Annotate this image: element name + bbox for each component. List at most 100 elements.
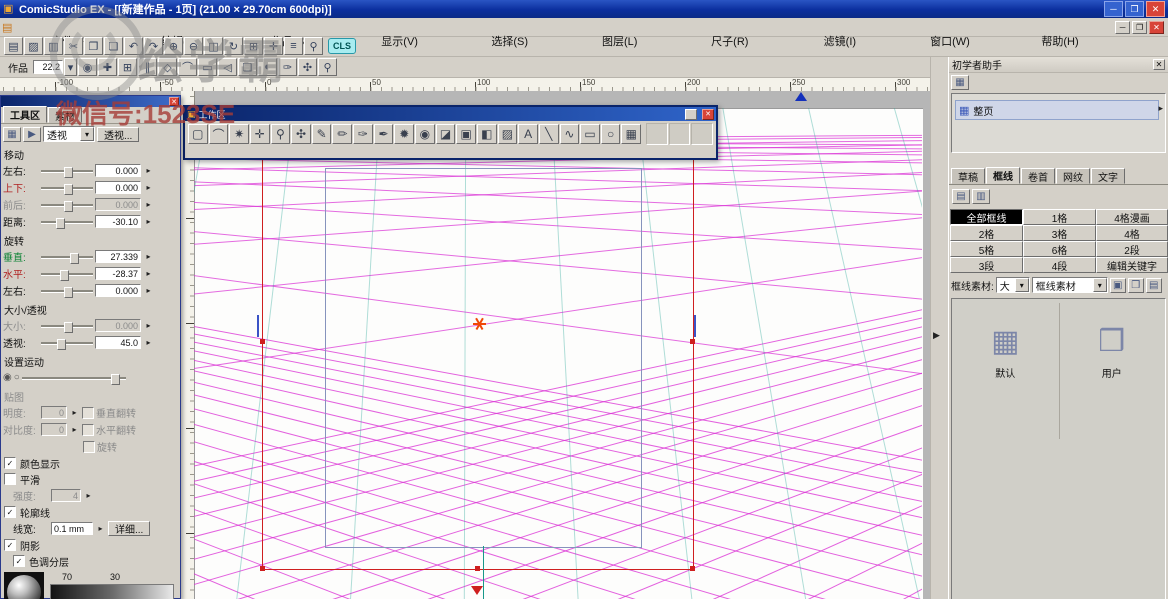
list-button[interactable]: ▤	[1145, 277, 1162, 293]
copy-button[interactable]: ❐	[84, 37, 103, 55]
smooth-checkbox[interactable]	[4, 473, 16, 485]
shadow-checkbox[interactable]: ✓	[4, 539, 16, 551]
tool-select[interactable]: 透视 ▾	[43, 126, 95, 142]
selection-handle[interactable]	[260, 339, 265, 344]
tone-tool[interactable]: ▨	[497, 124, 518, 144]
magic-wand-tool[interactable]: ✷	[229, 124, 249, 144]
detail-button[interactable]: 详细...	[108, 521, 151, 536]
gradient-tool[interactable]: ◧	[476, 124, 497, 144]
tool-window-help-button[interactable]	[685, 108, 697, 120]
move-lr-field[interactable]: 0.000	[95, 164, 141, 177]
perspective-slider[interactable]	[41, 337, 93, 350]
motion-slider[interactable]	[21, 372, 126, 385]
snap-parallel-button[interactable]: ∥	[138, 58, 157, 76]
size-select[interactable]: 大 ▾	[995, 277, 1030, 293]
line-width-field[interactable]: 0.1 mm	[51, 522, 93, 535]
zoom-in-button[interactable]: ⊕	[164, 37, 183, 55]
outline-checkbox[interactable]: ✓	[4, 506, 16, 518]
spin-arrow-icon[interactable]: ▸	[95, 524, 106, 533]
close-button[interactable]: ✕	[1146, 1, 1165, 17]
save-material-button[interactable]: ▥	[972, 189, 990, 204]
distance-slider[interactable]	[41, 216, 93, 229]
mdi-restore-button[interactable]: ❐	[1132, 20, 1148, 34]
preset-2-tier[interactable]: 2段	[1096, 241, 1168, 257]
chevron-down-icon[interactable]: ▾	[1014, 278, 1029, 292]
eraser-tool[interactable]: ◪	[435, 124, 456, 144]
tone-view-button[interactable]: ◐	[258, 58, 277, 76]
spin-arrow-icon[interactable]: ▸	[143, 252, 154, 261]
snap-magnet-button[interactable]: ◉	[78, 58, 97, 76]
spin-arrow-icon[interactable]: ▸	[143, 338, 154, 347]
snap-cross-button[interactable]: ✚	[98, 58, 117, 76]
spin-arrow-icon[interactable]: ▸	[143, 217, 154, 226]
chevron-down-icon[interactable]: ▾	[1092, 278, 1107, 292]
move-lr-slider[interactable]	[41, 165, 93, 178]
tab-tone[interactable]: 网纹	[1056, 168, 1090, 184]
panel-collapse-button[interactable]: ▶	[933, 330, 940, 341]
new-page-button[interactable]: ▤	[4, 37, 23, 55]
fit-window-button[interactable]: ◫	[204, 37, 223, 55]
rotate-v-field[interactable]: 27.339	[95, 250, 141, 263]
preset-3-panel[interactable]: 3格	[1023, 225, 1096, 241]
move-tool[interactable]: ✛	[249, 124, 270, 144]
assistant-close-icon[interactable]: ✕	[1153, 59, 1165, 70]
save-button[interactable]: ▥	[44, 37, 63, 55]
preset-3-tier[interactable]: 3段	[950, 257, 1023, 273]
spin-arrow-icon[interactable]: ▸	[143, 183, 154, 192]
marker-tool[interactable]: ✑	[353, 124, 373, 144]
open-button[interactable]: ▨	[24, 37, 43, 55]
selection-handle[interactable]	[475, 566, 480, 571]
vertical-ruler[interactable]	[181, 91, 195, 599]
tab-opening[interactable]: 卷首	[1021, 168, 1055, 184]
tab-tools[interactable]: 工具区	[3, 106, 47, 123]
zoom-tool[interactable]: ⚲	[270, 124, 291, 144]
text-tool[interactable]: A	[518, 124, 538, 144]
new-material-button[interactable]: ▤	[952, 189, 970, 204]
bottom-marker-icon[interactable]	[471, 586, 483, 595]
rect-tool[interactable]: ▭	[580, 124, 600, 144]
pen-tool[interactable]: ✎	[311, 124, 332, 144]
perspective-field[interactable]: 45.0	[95, 336, 141, 349]
zoom-dropdown-button[interactable]: ▾	[64, 58, 77, 76]
paste-button[interactable]: ❏	[104, 37, 123, 55]
preset-5-panel[interactable]: 5格	[950, 241, 1023, 257]
palette-button[interactable]: ▣	[1109, 277, 1126, 293]
zoom-value-field[interactable]: 22.2	[33, 60, 63, 74]
color-display-checkbox[interactable]: ✓	[4, 457, 16, 469]
layer-panel-button[interactable]: ❏	[238, 58, 257, 76]
preset-4-panel[interactable]: 4格	[1096, 225, 1168, 241]
folder-button[interactable]: ❒	[1127, 277, 1144, 293]
tool-window-close-icon[interactable]: ✕	[702, 108, 714, 120]
assistant-grid-button[interactable]: ▦	[951, 75, 969, 90]
guides-button[interactable]: ✛	[264, 37, 283, 55]
airbrush-tool[interactable]: ✹	[394, 124, 415, 144]
mdi-minimize-button[interactable]: ─	[1115, 20, 1131, 34]
preset-edit-keyword[interactable]: 编辑关键字	[1096, 257, 1168, 273]
tab-text[interactable]: 文字	[1091, 168, 1125, 184]
spin-arrow-icon[interactable]: ▸	[143, 286, 154, 295]
move-ud-slider[interactable]	[41, 182, 93, 195]
select-tool[interactable]: ▢	[188, 124, 208, 144]
preset-2-panel[interactable]: 2格	[950, 225, 1023, 241]
curve-tool[interactable]: ∿	[559, 124, 580, 144]
spin-arrow-icon[interactable]: ▸	[143, 166, 154, 175]
preset-6-panel[interactable]: 6格	[1023, 241, 1096, 257]
curve-ruler-button[interactable]: ⌒	[178, 58, 197, 76]
material-item-default[interactable]: ▦ 默认	[952, 299, 1059, 381]
pen-settings-button[interactable]: ✑	[278, 58, 297, 76]
horizontal-ruler[interactable]: -100 -50 0 50 100 150 200 250 300	[0, 78, 930, 92]
preset-all-frames[interactable]: 全部框线	[950, 209, 1023, 225]
distance-field[interactable]: -30.10	[95, 215, 141, 228]
chevron-down-icon[interactable]: ▾	[80, 127, 94, 141]
perspective-settings-button[interactable]: 透视...	[97, 126, 140, 142]
magnify-tool-button[interactable]: ⚲	[318, 58, 337, 76]
ellipse-tool[interactable]: ○	[600, 124, 621, 144]
gradient-editor[interactable]: 70 30	[50, 572, 177, 599]
hand-tool-button[interactable]: ✣	[298, 58, 317, 76]
selection-frame[interactable]	[262, 114, 694, 570]
selection-handle[interactable]	[690, 566, 695, 571]
tab-materials[interactable]: 素材	[48, 107, 82, 123]
cut-button[interactable]: ✂	[64, 37, 83, 55]
lasso-tool[interactable]: ⌒	[208, 124, 229, 144]
tab-draft[interactable]: 草稿	[951, 168, 985, 184]
